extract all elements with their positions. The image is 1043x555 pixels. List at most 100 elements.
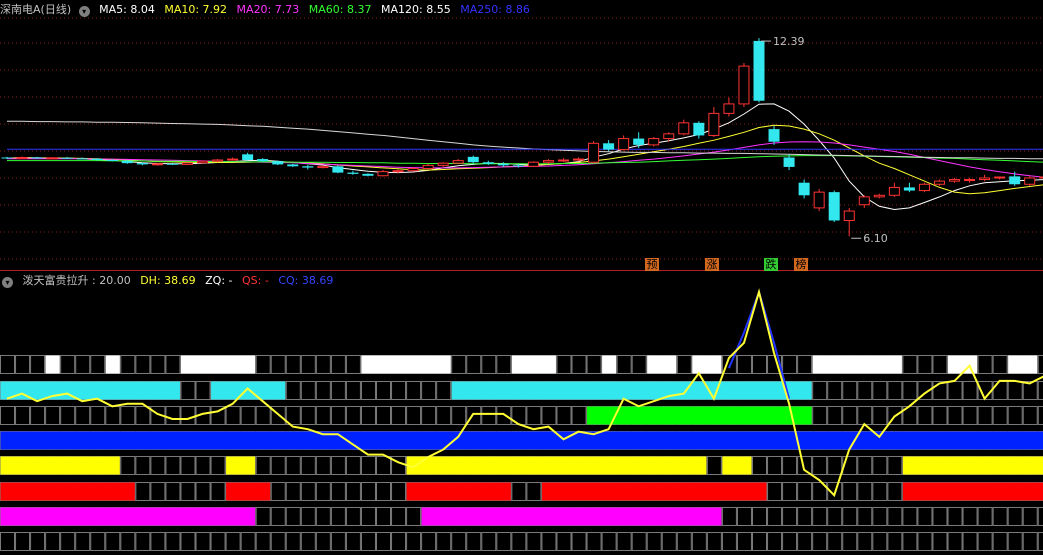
band-cell xyxy=(556,406,572,425)
band-cell xyxy=(676,507,692,526)
band-cell xyxy=(691,456,707,475)
band-cell xyxy=(15,431,31,450)
band-cell xyxy=(75,431,91,450)
band-cell xyxy=(706,406,722,425)
band-cell xyxy=(421,431,437,450)
band-cell xyxy=(887,431,903,450)
band-segment xyxy=(948,355,978,374)
candle-body xyxy=(91,158,103,160)
candle-body xyxy=(166,163,178,165)
band-segment xyxy=(180,355,256,374)
band-cell xyxy=(977,507,993,526)
band-cell xyxy=(90,406,106,425)
band-cell xyxy=(797,431,813,450)
band-cell xyxy=(586,431,602,450)
band-cell xyxy=(150,482,166,501)
ma60-value: MA60: 8.37 xyxy=(308,3,372,16)
band-cell xyxy=(330,381,346,400)
band-cell xyxy=(812,355,828,374)
band-cell xyxy=(616,532,632,551)
band-cell xyxy=(601,381,617,400)
band-cell xyxy=(60,482,76,501)
band-cell xyxy=(15,406,31,425)
band-cell xyxy=(120,482,136,501)
band-cell xyxy=(932,532,948,551)
band-cell xyxy=(1037,507,1043,526)
indicator-toggle-icon[interactable]: ▾ xyxy=(2,277,13,288)
candle-body xyxy=(227,158,239,161)
band-cell xyxy=(827,482,843,501)
stock-title[interactable]: 深南电A(日线) xyxy=(0,3,71,16)
candle-body xyxy=(738,65,750,105)
band-cell xyxy=(947,482,963,501)
band-segment xyxy=(902,482,1043,501)
band-cell xyxy=(165,532,181,551)
band-cell xyxy=(451,532,467,551)
band-cell xyxy=(391,355,407,374)
band-cell xyxy=(631,507,647,526)
band-cell xyxy=(917,406,933,425)
band-segment xyxy=(602,355,617,374)
indicator-header: ▾ 泼天富贵拉升 : 20.00 DH: 38.69 ZQ: - QS: - C… xyxy=(0,271,339,291)
band-cell xyxy=(556,532,572,551)
band-segment xyxy=(226,456,256,475)
band-cell xyxy=(75,482,91,501)
band-cell xyxy=(255,456,271,475)
band-cell xyxy=(481,431,497,450)
band-cell xyxy=(947,507,963,526)
band-cell xyxy=(330,507,346,526)
band-cell xyxy=(496,431,512,450)
candle-body xyxy=(377,171,389,177)
band-cell xyxy=(721,431,737,450)
band-cell xyxy=(646,355,662,374)
band-cell xyxy=(1022,431,1038,450)
band-cell xyxy=(436,456,452,475)
band-cell xyxy=(571,355,587,374)
band-cell xyxy=(676,431,692,450)
band-cell xyxy=(902,482,918,501)
band-cell xyxy=(887,355,903,374)
band-cell xyxy=(917,431,933,450)
band-cell xyxy=(315,381,331,400)
band-cell xyxy=(556,482,572,501)
band-cell xyxy=(360,431,376,450)
band-segment xyxy=(361,355,451,374)
band-cell xyxy=(887,456,903,475)
band-cell xyxy=(511,482,527,501)
collapse-toggle-icon[interactable]: ▾ xyxy=(78,6,90,17)
candle-body xyxy=(693,122,705,136)
band-cell xyxy=(90,507,106,526)
band-cell xyxy=(752,355,767,374)
band-cell xyxy=(436,431,452,450)
band-cell xyxy=(887,381,903,400)
band-cell xyxy=(586,406,602,425)
band-segment xyxy=(511,355,556,374)
band-cell xyxy=(721,507,737,526)
band-cell xyxy=(526,482,542,501)
band-cell xyxy=(977,406,993,425)
band-cell xyxy=(210,406,226,425)
band-cell xyxy=(872,456,888,475)
band-cell xyxy=(406,482,422,501)
band-cell xyxy=(150,355,166,374)
band-cell xyxy=(827,532,843,551)
band-cell xyxy=(962,482,978,501)
signal-badge: 预 xyxy=(645,258,659,271)
band-cell xyxy=(481,507,497,526)
band-cell xyxy=(285,431,301,450)
band-cell xyxy=(812,482,828,501)
indicator-name[interactable]: 泼天富贵拉升 : 20.00 xyxy=(23,274,131,287)
band-cell xyxy=(721,456,737,475)
band-cell xyxy=(225,381,241,400)
band-cell xyxy=(932,431,948,450)
band-cell xyxy=(872,431,888,450)
band-cell xyxy=(45,456,61,475)
main-chart-header: 深南电A(日线) ▾ MA5: 8.04 MA10: 7.92 MA20: 7.… xyxy=(0,0,536,20)
band-cell xyxy=(827,456,843,475)
band-cell xyxy=(481,355,497,374)
ma250-value: MA250: 8.86 xyxy=(460,3,530,16)
price-chart[interactable]: 12.39 6.10 xyxy=(0,0,1043,270)
candle-body xyxy=(512,165,524,167)
band-cell xyxy=(887,482,903,501)
band-cell xyxy=(586,456,602,475)
